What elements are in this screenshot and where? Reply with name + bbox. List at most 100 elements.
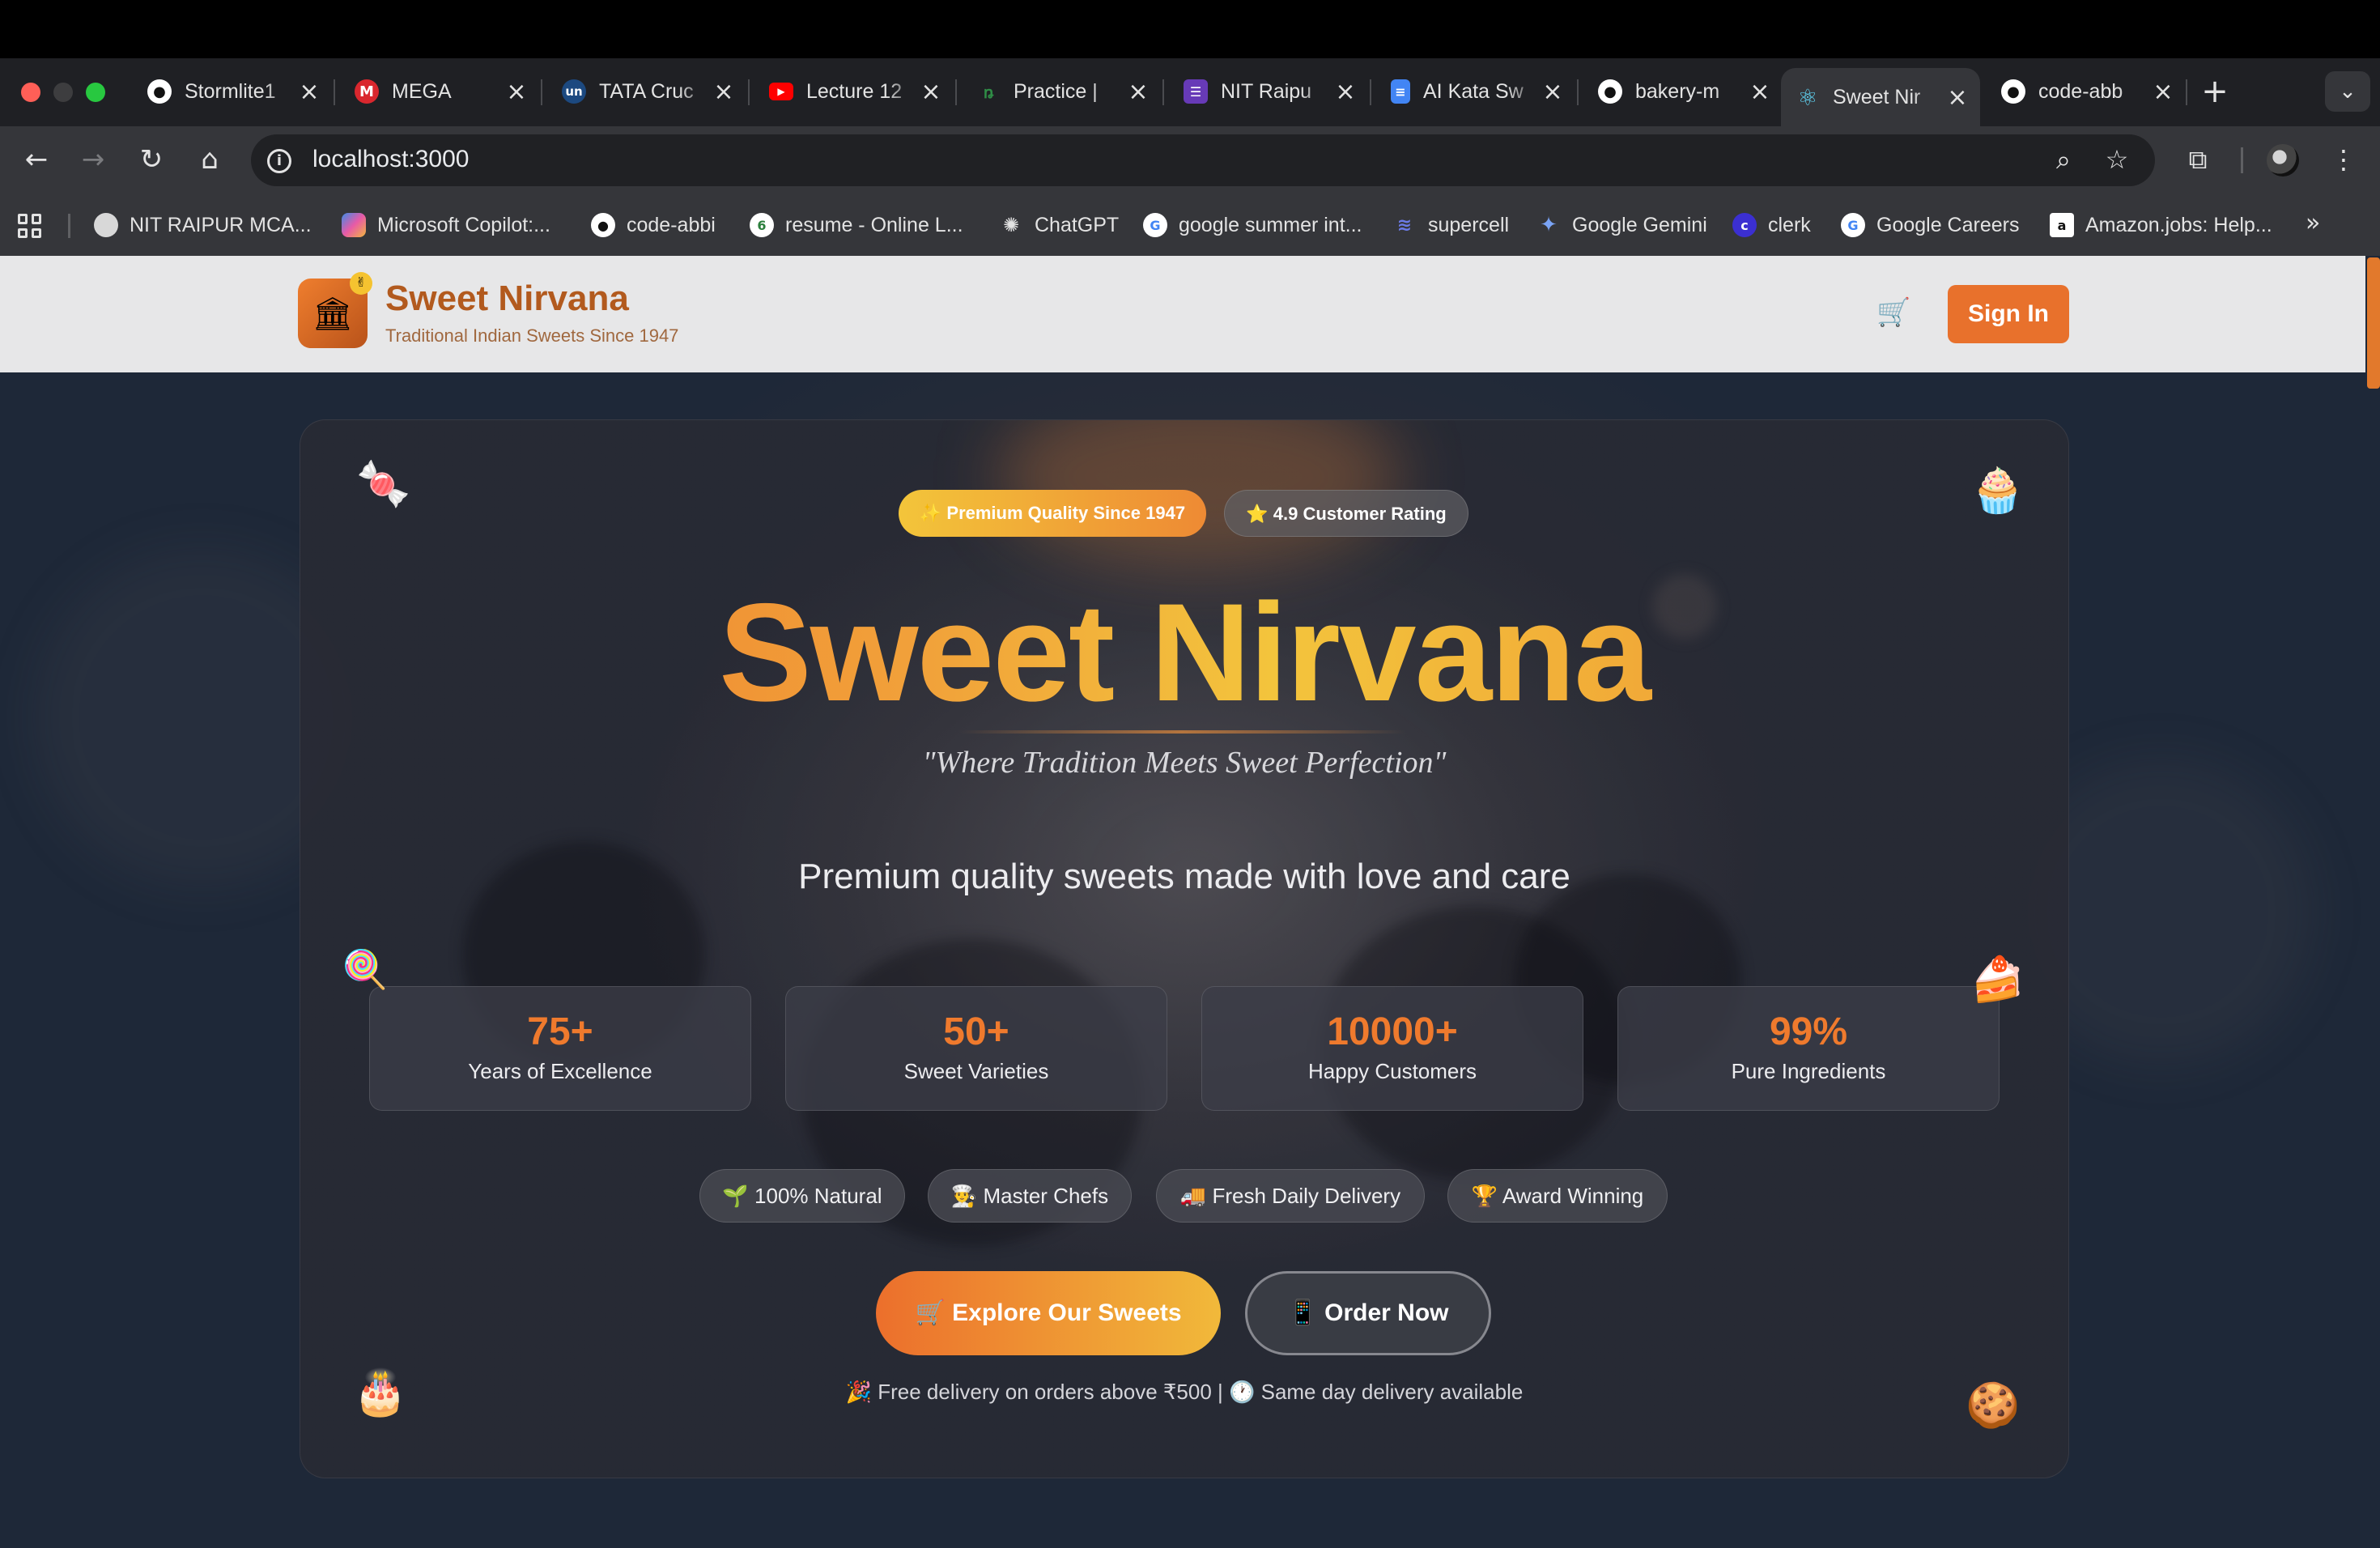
close-icon[interactable]: × xyxy=(1749,78,1771,106)
lollipop-icon: 🍭 xyxy=(342,947,389,991)
browser-tab[interactable]: ≡ AI Kata Sw × xyxy=(1376,68,1575,115)
bookmark-label: google summer int... xyxy=(1179,213,1362,236)
forward-button[interactable]: → xyxy=(73,139,113,180)
page-scrollbar[interactable] xyxy=(2367,257,2380,389)
bookmark-label: Google Careers xyxy=(1876,213,2020,236)
sign-in-button[interactable]: Sign In xyxy=(1948,285,2069,343)
new-tab-button[interactable]: + xyxy=(2197,71,2233,112)
profile-avatar[interactable] xyxy=(2267,144,2299,176)
bookmark-item[interactable]: NIT RAIPUR MCA... xyxy=(94,207,312,243)
bookmark-label: Microsoft Copilot:... xyxy=(377,213,550,236)
reload-button[interactable]: ↻ xyxy=(131,139,172,180)
bookmark-separator xyxy=(68,214,70,238)
close-icon[interactable]: × xyxy=(1946,83,1969,112)
close-icon[interactable]: × xyxy=(1127,78,1150,106)
brand-subtitle: Traditional Indian Sweets Since 1947 xyxy=(385,325,679,346)
bookmark-item[interactable]: G Google Careers xyxy=(1841,207,2019,243)
explore-sweets-button[interactable]: 🛒 Explore Our Sweets xyxy=(876,1271,1221,1355)
stat-label: Years of Excellence xyxy=(468,1059,652,1083)
browser-tab[interactable]: ꬻ Practice | × xyxy=(962,68,1161,115)
back-button[interactable]: ← xyxy=(16,139,57,180)
bookmark-item[interactable]: ✦ Google Gemini xyxy=(1536,207,1707,243)
zoom-icon[interactable]: ⌕ xyxy=(2045,141,2082,178)
close-icon[interactable]: × xyxy=(2152,78,2174,106)
screen-top-bar xyxy=(0,0,2380,58)
extensions-icon[interactable]: ⧉ xyxy=(2179,141,2216,178)
close-icon[interactable]: × xyxy=(920,78,942,106)
logo-badge-icon: ✌ xyxy=(350,272,372,295)
nit-icon xyxy=(94,213,118,237)
stat-value: 75+ xyxy=(527,1010,593,1053)
stat-card: 50+ Sweet Varieties xyxy=(785,986,1167,1111)
close-icon[interactable]: × xyxy=(298,78,321,106)
tab-search-button[interactable]: ⌄ xyxy=(2325,71,2370,112)
close-icon[interactable]: × xyxy=(1541,78,1564,106)
more-bookmarks-icon[interactable]: » xyxy=(2306,209,2320,237)
bookmark-item[interactable]: c clerk xyxy=(1732,207,1811,243)
github-icon: ● xyxy=(1598,79,1622,104)
cake-slice-icon: 🍰 xyxy=(1970,954,2025,1005)
cart-icon[interactable]: 🛒 xyxy=(1876,296,1910,329)
chatgpt-icon: ✺ xyxy=(1002,214,1020,236)
stat-card: 99% Pure Ingredients xyxy=(1617,986,2000,1111)
browser-tab[interactable]: ● bakery-m × xyxy=(1583,68,1783,115)
unstop-icon: un xyxy=(562,79,586,104)
tab-title: code-abb xyxy=(2038,79,2123,103)
window-close-button[interactable] xyxy=(21,83,40,102)
menu-icon[interactable]: ⋮ xyxy=(2325,141,2362,178)
site-info-icon[interactable]: i xyxy=(267,149,291,173)
window-maximize-button[interactable] xyxy=(86,83,105,102)
toolbar-separator xyxy=(2241,147,2243,173)
address-url[interactable]: localhost:3000 xyxy=(312,146,469,173)
close-icon[interactable]: × xyxy=(505,78,528,106)
browser-tab[interactable]: M MEGA × xyxy=(340,68,539,115)
cupcake-icon: 🧁 xyxy=(1970,465,2025,516)
tab-separator xyxy=(541,79,542,105)
bookmark-item[interactable]: Microsoft Copilot:... xyxy=(342,207,550,243)
copilot-icon xyxy=(342,213,366,237)
browser-tab[interactable]: ▶ Lecture 12 × xyxy=(754,68,954,115)
home-button[interactable]: ⌂ xyxy=(189,139,230,180)
stat-label: Sweet Varieties xyxy=(903,1059,1049,1083)
bookmark-item[interactable]: ● code-abbi xyxy=(591,207,716,243)
browser-tab[interactable]: ● Stormlite1 × xyxy=(133,68,332,115)
bookmark-item[interactable]: a Amazon.jobs: Help... xyxy=(2050,207,2272,243)
feature-chip: 🚚 Fresh Daily Delivery xyxy=(1156,1169,1425,1223)
browser-tab[interactable]: ☰ NIT Raipu × xyxy=(1169,68,1368,115)
bookmark-label: supercell xyxy=(1428,213,1510,236)
address-bar[interactable] xyxy=(251,134,2155,186)
youtube-icon: ▶ xyxy=(769,83,793,100)
hero-subtitle: Premium quality sweets made with love an… xyxy=(798,857,1570,896)
supercell-icon: ≋ xyxy=(1396,215,1413,236)
clerk-icon: c xyxy=(1732,213,1757,237)
bookmark-star-icon[interactable]: ☆ xyxy=(2098,141,2136,178)
browser-tab[interactable]: ● code-abb × xyxy=(1987,68,2186,115)
apps-icon[interactable] xyxy=(18,214,42,238)
candy-icon: 🍬 xyxy=(356,458,411,509)
brand-name[interactable]: Sweet Nirvana xyxy=(385,279,629,319)
tab-title: Practice | xyxy=(1014,79,1098,103)
overleaf-icon: 6 xyxy=(750,213,774,237)
tab-separator xyxy=(1162,79,1164,105)
feature-chip: 🌱 100% Natural xyxy=(699,1169,905,1223)
tab-separator xyxy=(1370,79,1371,105)
tab-separator xyxy=(748,79,750,105)
close-icon[interactable]: × xyxy=(712,78,735,106)
order-now-button[interactable]: 📱 Order Now xyxy=(1245,1271,1491,1355)
window-minimize-button[interactable] xyxy=(53,83,73,102)
gemini-icon: ✦ xyxy=(1540,213,1558,237)
bookmark-item[interactable]: ✺ ChatGPT xyxy=(999,207,1119,243)
bookmark-label: resume - Online L... xyxy=(785,213,963,236)
browser-tab-active[interactable]: ⚛ Sweet Nir × xyxy=(1781,68,1980,126)
bookmark-item[interactable]: ≋ supercell xyxy=(1392,207,1509,243)
tab-separator xyxy=(2186,79,2187,105)
stat-value: 99% xyxy=(1769,1010,1848,1053)
bookmark-item[interactable]: 6 resume - Online L... xyxy=(750,207,963,243)
forms-icon: ☰ xyxy=(1184,79,1208,104)
bookmark-item[interactable]: G google summer int... xyxy=(1143,207,1362,243)
browser-tab[interactable]: un TATA Cruc × xyxy=(547,68,746,115)
tab-separator xyxy=(1577,79,1579,105)
github-icon: ● xyxy=(591,213,615,237)
close-icon[interactable]: × xyxy=(1334,78,1357,106)
google-icon: G xyxy=(1841,213,1865,237)
